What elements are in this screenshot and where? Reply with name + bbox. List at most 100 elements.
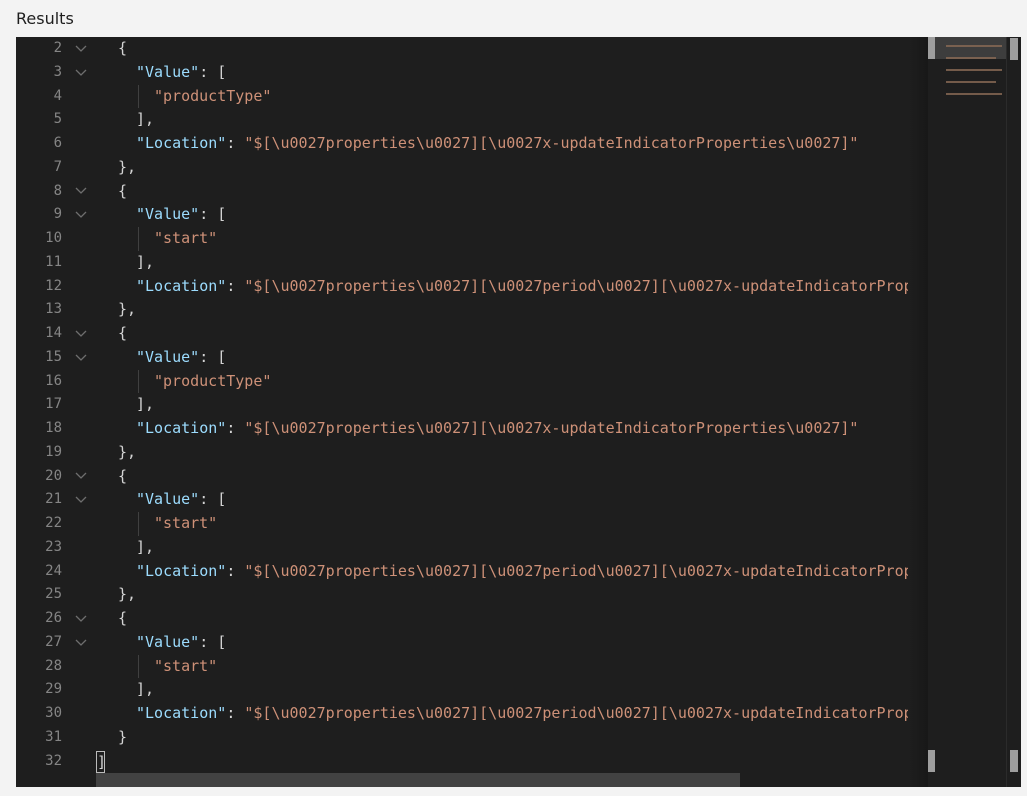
line-number: 2 — [53, 40, 62, 56]
json-punctuation: { — [118, 39, 128, 57]
indent-guide — [138, 84, 139, 109]
json-key: "Value" — [136, 632, 200, 651]
minimap-top-marker — [928, 37, 935, 59]
json-key: "Location" — [136, 276, 227, 295]
line-number: 31 — [45, 728, 62, 745]
json-punctuation: }, — [118, 157, 137, 176]
json-punctuation: : — [226, 419, 245, 437]
chevron-down-icon[interactable] — [74, 180, 88, 204]
line-number: 7 — [53, 158, 62, 175]
code-line: { — [118, 465, 127, 489]
code-line: ], — [136, 251, 154, 275]
json-string: "productType" — [154, 371, 272, 390]
json-punctuation: { — [118, 324, 128, 342]
code-line: "productType" — [154, 370, 271, 394]
indent-guide — [138, 227, 139, 251]
code-line: "Value": [ — [136, 61, 226, 85]
vertical-scrollbar[interactable] — [1006, 37, 1021, 787]
code-line: "Location": "$[\u0027properties\u0027][\… — [136, 132, 858, 156]
line-number: 6 — [53, 135, 62, 151]
minimap-slider[interactable] — [928, 37, 1006, 59]
json-string: "$[\u0027properties\u0027][\u0027x-updat… — [244, 134, 859, 152]
json-string: "$[\u0027properties\u0027][\u0027period\… — [244, 276, 908, 295]
code-line: "Value": [ — [136, 488, 226, 512]
line-number: 25 — [45, 586, 62, 603]
minimap-line — [946, 93, 1002, 95]
code-line: }, — [118, 298, 136, 322]
chevron-down-icon[interactable] — [74, 465, 88, 489]
indent-guide — [138, 654, 139, 679]
json-punctuation: : [ — [199, 62, 227, 81]
json-punctuation: }, — [118, 585, 137, 604]
json-key: "Location" — [136, 561, 227, 580]
json-string: "start" — [154, 656, 218, 675]
code-line: ], — [136, 108, 154, 132]
json-string: "$[\u0027properties\u0027][\u0027period\… — [244, 704, 908, 722]
code-line: "Location": "$[\u0027properties\u0027][\… — [136, 275, 908, 299]
vertical-scrollbar-thumb[interactable] — [1010, 38, 1018, 60]
chevron-down-icon[interactable] — [74, 631, 88, 655]
chevron-down-icon[interactable] — [74, 61, 88, 85]
line-number: 14 — [45, 325, 62, 341]
chevron-down-icon[interactable] — [74, 346, 88, 370]
json-key: "Value" — [136, 62, 200, 81]
line-number: 26 — [45, 610, 62, 626]
json-punctuation: { — [118, 609, 128, 627]
code-line: "Location": "$[\u0027properties\u0027][\… — [136, 560, 908, 584]
chevron-down-icon[interactable] — [74, 322, 88, 346]
code-line: }, — [118, 441, 136, 465]
minimap-bottom-marker — [928, 750, 935, 772]
code-line: { — [118, 180, 127, 204]
line-number: 21 — [45, 491, 62, 508]
json-punctuation: }, — [118, 442, 137, 461]
json-punctuation: : — [226, 276, 245, 295]
json-punctuation: ], — [136, 395, 155, 414]
json-string: "start" — [154, 229, 218, 247]
code-line: { — [118, 322, 127, 346]
code-area[interactable]: {"Value": ["productType"], "Location": "$… — [96, 37, 908, 787]
json-punctuation: : [ — [199, 490, 227, 509]
code-line: "productType" — [154, 85, 271, 109]
minimap-shadow — [908, 37, 928, 787]
code-line: "start" — [154, 655, 217, 679]
horizontal-scrollbar-thumb[interactable] — [96, 773, 740, 787]
json-punctuation: { — [118, 466, 128, 485]
json-key: "Value" — [136, 205, 200, 224]
line-number: 16 — [45, 372, 62, 389]
line-number: 11 — [45, 253, 62, 270]
minimap-line — [946, 69, 1002, 71]
line-number: 5 — [53, 111, 62, 128]
line-number: 18 — [45, 420, 62, 436]
code-line: ], — [136, 393, 154, 417]
line-number: 17 — [45, 396, 62, 413]
code-line: ], — [136, 678, 154, 702]
minimap[interactable] — [928, 37, 1006, 787]
json-punctuation: : [ — [199, 205, 227, 224]
code-line: ], — [136, 536, 154, 560]
chevron-down-icon[interactable] — [74, 607, 88, 631]
json-string: "$[\u0027properties\u0027][\u0027period\… — [244, 561, 908, 580]
code-line: "Value": [ — [136, 631, 226, 655]
minimap-line — [946, 57, 996, 59]
chevron-down-icon[interactable] — [74, 37, 88, 61]
line-number: 29 — [45, 681, 62, 698]
line-number: 4 — [53, 87, 62, 104]
code-editor[interactable]: 2 3 4 5 6 7 8 9 10 11 12 13 14 15 16 17 18 19 20 21 22 23 24 25… — [16, 37, 1021, 787]
line-number: 32 — [45, 752, 62, 769]
json-string: "productType" — [154, 86, 272, 105]
code-line: { — [118, 607, 127, 631]
line-number-gutter: 2 3 4 5 6 7 8 9 10 11 12 13 14 15 16 17 18 19 20 21 22 23 24 25… — [16, 37, 96, 787]
json-key: "Location" — [136, 419, 227, 437]
json-punctuation: { — [118, 181, 128, 200]
minimap-line — [946, 81, 996, 83]
json-punctuation: : — [226, 704, 245, 722]
chevron-down-icon[interactable] — [74, 488, 88, 512]
line-number: 20 — [45, 467, 62, 484]
json-key: "Value" — [136, 490, 200, 509]
code-line: } — [118, 726, 127, 750]
line-number: 27 — [45, 633, 62, 650]
chevron-down-icon[interactable] — [74, 203, 88, 227]
indent-guide — [138, 369, 139, 394]
json-punctuation: : [ — [199, 632, 227, 651]
vertical-scrollbar-bottom-marker — [1010, 750, 1018, 772]
